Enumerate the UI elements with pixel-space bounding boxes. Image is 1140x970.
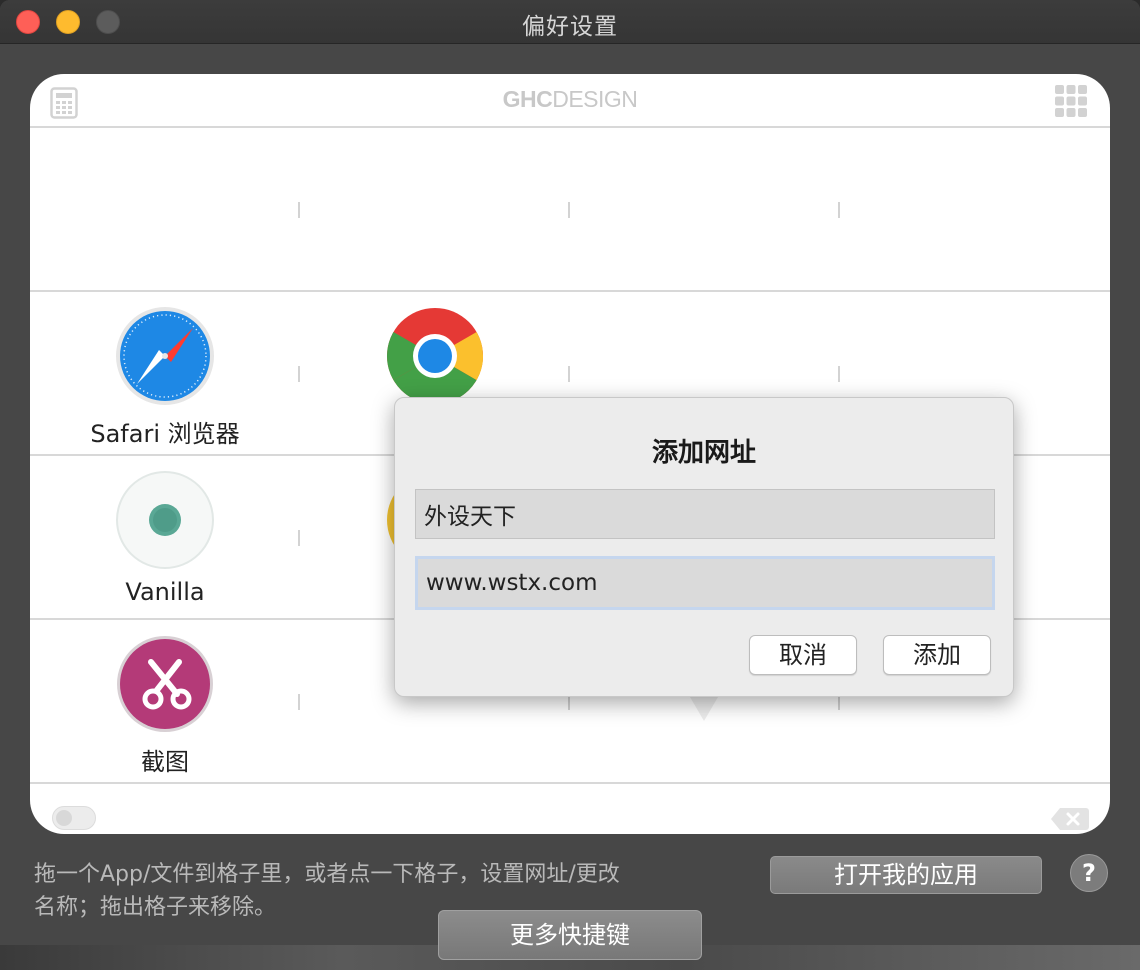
grid-cell-screenshot[interactable]: 截图 bbox=[30, 622, 300, 784]
app-label: Vanilla bbox=[125, 578, 205, 606]
titlebar: 偏好设置 bbox=[0, 0, 1140, 44]
more-shortcuts-button[interactable]: 更多快捷键 bbox=[438, 910, 702, 960]
grid-cell[interactable] bbox=[570, 130, 840, 292]
brand-logo: GHCDESIGN bbox=[30, 86, 1110, 113]
app-label: 截图 bbox=[141, 748, 189, 776]
open-my-apps-button[interactable]: 打开我的应用 bbox=[770, 856, 1042, 894]
grid-cell[interactable] bbox=[300, 130, 570, 292]
grid-cell[interactable] bbox=[840, 130, 1110, 292]
add-button[interactable]: 添加 bbox=[883, 635, 991, 675]
url-input[interactable] bbox=[415, 556, 995, 610]
grid-cell-safari[interactable]: Safari 浏览器 bbox=[30, 294, 300, 456]
panel-footer bbox=[30, 786, 1110, 834]
name-input[interactable] bbox=[415, 489, 995, 539]
app-label: Safari 浏览器 bbox=[90, 420, 240, 448]
chrome-icon bbox=[386, 308, 484, 405]
dialog-title: 添加网址 bbox=[651, 438, 756, 468]
grid-menu-icon[interactable] bbox=[1054, 84, 1088, 118]
edit-mode-toggle[interactable] bbox=[52, 806, 96, 830]
grid-cell[interactable] bbox=[30, 130, 300, 292]
brand-logo-light: DESIGN bbox=[552, 86, 638, 112]
safari-icon bbox=[116, 307, 214, 405]
screenshot-scissors-icon bbox=[117, 636, 213, 732]
window-title: 偏好设置 bbox=[522, 14, 618, 40]
delete-backspace-icon[interactable] bbox=[1050, 806, 1090, 832]
popover-arrow bbox=[690, 697, 718, 721]
panel-header: GHCDESIGN bbox=[30, 74, 1110, 128]
grid-cell-vanilla[interactable]: Vanilla bbox=[30, 458, 300, 620]
brand-logo-bold: GHC bbox=[502, 86, 553, 112]
grid-row bbox=[30, 130, 1110, 292]
preferences-window: 偏好设置 GHCDESIGN Safari 浏览器 Vanilla 截图 添加网… bbox=[0, 0, 1140, 945]
add-url-dialog: 添加网址 取消 添加 bbox=[394, 397, 1014, 697]
cancel-button[interactable]: 取消 bbox=[749, 635, 857, 675]
vanilla-icon bbox=[116, 471, 214, 569]
help-button[interactable]: ? bbox=[1070, 854, 1108, 892]
usage-hint-line: 拖一个App/文件到格子里，或者点一下格子，设置网址/更改 bbox=[34, 862, 620, 887]
